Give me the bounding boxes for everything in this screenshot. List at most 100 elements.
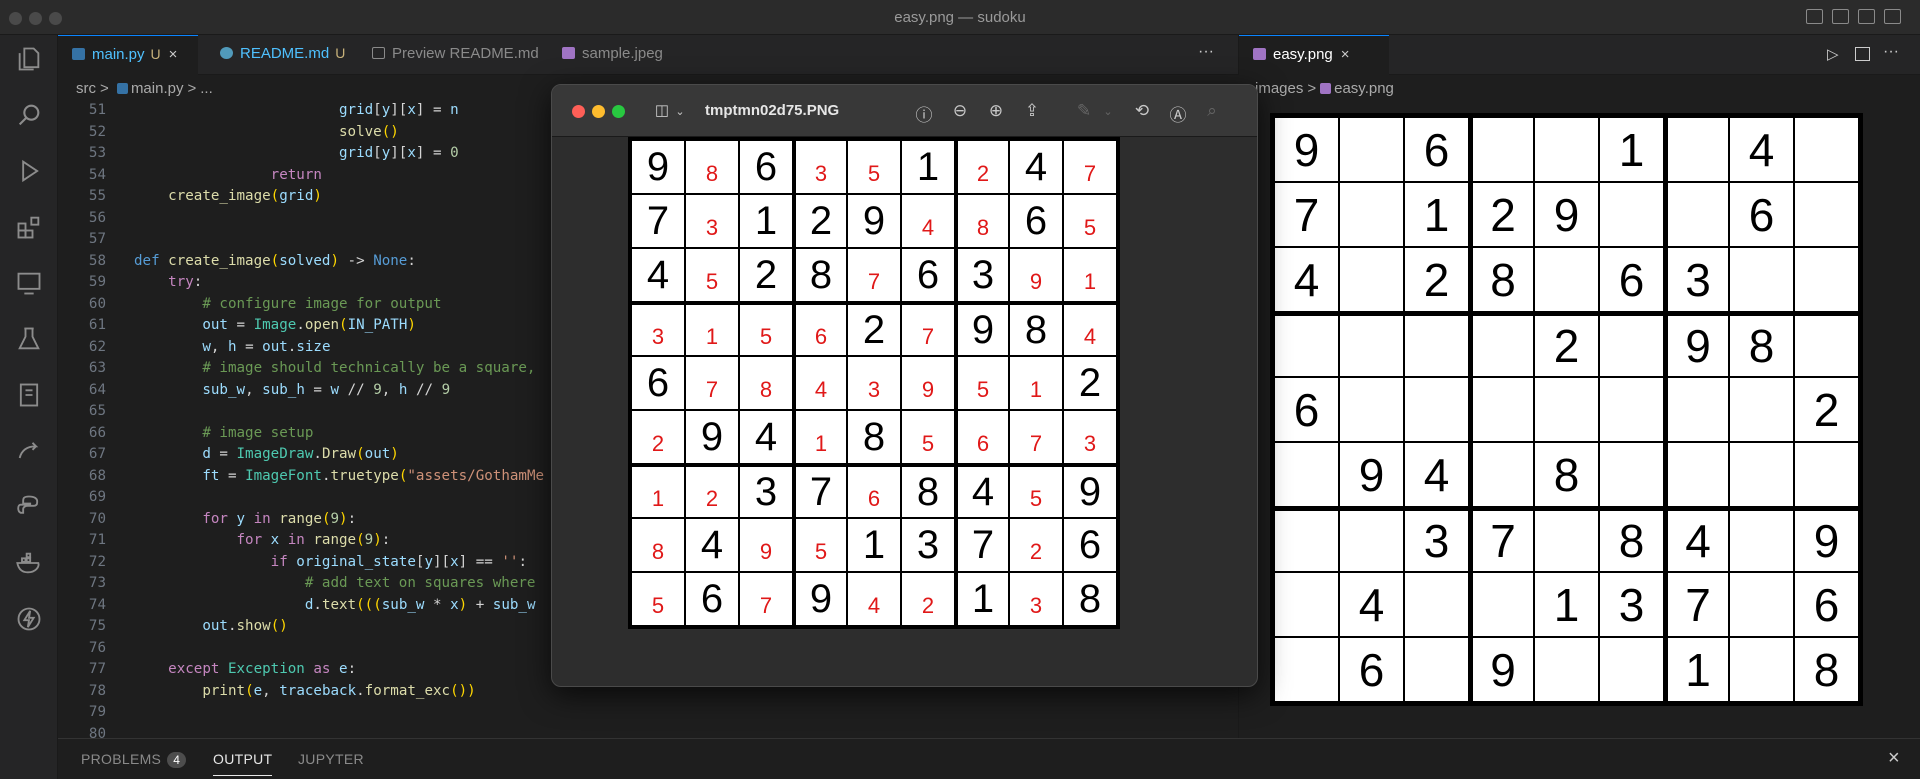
untracked-badge: U (335, 45, 346, 61)
code-line[interactable]: 56 (58, 208, 134, 230)
code-token: in (245, 510, 280, 527)
zoom-window-button[interactable] (612, 105, 625, 118)
close-window-button[interactable] (572, 105, 585, 118)
python-icon[interactable] (14, 493, 44, 523)
toggle-sidebar-icon[interactable] (1806, 9, 1823, 24)
breadcrumb-file[interactable]: easy.png (1334, 80, 1394, 97)
code-line[interactable]: 59 try: (58, 272, 202, 294)
markup-icon[interactable]: ✎ (1074, 101, 1094, 121)
breadcrumb-src[interactable]: src (76, 80, 96, 97)
code-line[interactable]: 51 grid[y][x] = n (58, 100, 459, 122)
zoom-in-icon[interactable]: ⊕ (986, 101, 1006, 121)
code-token: text (321, 596, 357, 613)
code-line[interactable]: 66 # image setup (58, 423, 313, 445)
close-tab-icon[interactable]: × (169, 46, 178, 63)
code-line[interactable]: 67 d = ImageDraw.Draw(out) (58, 444, 399, 466)
code-token: solved (279, 252, 331, 269)
docker-icon[interactable] (14, 549, 44, 579)
search-icon[interactable] (14, 101, 44, 131)
notebook-icon[interactable] (14, 381, 44, 411)
code-line[interactable]: 63 # image should technically be a squar… (58, 358, 536, 380)
sudoku-cell: 9 (796, 573, 846, 625)
run-debug-icon[interactable] (14, 157, 44, 187)
tab-output[interactable]: OUTPUT (213, 751, 273, 776)
tab-main-py[interactable]: main.py U × (58, 35, 198, 75)
code-line[interactable]: 62 w, h = out.size (58, 337, 331, 359)
window-title: easy.png — sudoku (894, 9, 1026, 26)
tab-readme[interactable]: README.md U (206, 35, 346, 75)
code-line[interactable]: 74 d.text(((sub_w * x) + sub_w (58, 595, 536, 617)
code-line[interactable]: 53 grid[y][x] = 0 (58, 143, 459, 165)
code-line[interactable]: 75 out.show() (58, 616, 288, 638)
tab-label: Preview README.md (392, 45, 539, 62)
chevron-down-icon[interactable]: ⌄ (1098, 105, 1118, 118)
code-line[interactable]: 70 for y in range(9): (58, 509, 356, 531)
code-token: y (236, 510, 246, 527)
code-line[interactable]: 64 sub_w, sub_h = w // 9, h // 9 (58, 380, 450, 402)
search-icon[interactable]: ⌕ (1202, 101, 1222, 121)
sudoku-cell: 6 (1795, 573, 1858, 636)
code-line[interactable]: 57 (58, 229, 134, 251)
tab-preview-readme[interactable]: Preview README.md (358, 35, 543, 75)
code-line[interactable]: 55 create_image(grid) (58, 186, 322, 208)
code-line[interactable]: 78 print(e, traceback.format_exc()) (58, 681, 476, 703)
live-share-icon[interactable] (14, 437, 44, 467)
sidebar-toggle-icon[interactable]: ◫ (652, 101, 672, 119)
code-line[interactable]: 71 for x in range(9): (58, 530, 390, 552)
code-line[interactable]: 61 out = Image.open(IN_PATH) (58, 315, 416, 337)
image-file-icon (1320, 83, 1332, 94)
annotate-icon[interactable]: Ⓐ (1168, 101, 1188, 126)
customize-layout-icon[interactable] (1884, 9, 1901, 24)
chevron-down-icon[interactable]: ⌄ (670, 105, 690, 118)
code-line[interactable]: 52 solve() (58, 122, 399, 144)
code-line[interactable]: 73 # add text on squares where (58, 573, 536, 595)
toggle-panel-icon[interactable] (1832, 9, 1849, 24)
tab-jupyter[interactable]: JUPYTER (298, 751, 364, 767)
code-line[interactable]: 65 (58, 401, 134, 423)
sudoku-cell (1600, 316, 1663, 376)
thunder-client-icon[interactable] (14, 605, 44, 635)
info-icon[interactable]: ⓘ (914, 101, 934, 126)
tab-easy-png[interactable]: easy.png × (1239, 35, 1389, 75)
code-line[interactable]: 77 except Exception as e: (58, 659, 356, 681)
more-actions-icon[interactable]: ··· (1198, 43, 1214, 61)
minimize-window-button[interactable] (592, 105, 605, 118)
share-icon[interactable]: ⇪ (1022, 101, 1042, 121)
code-line[interactable]: 60 # configure image for output (58, 294, 442, 316)
testing-icon[interactable] (14, 325, 44, 355)
run-icon[interactable]: ▷ (1827, 45, 1839, 63)
line-number: 59 (88, 274, 106, 290)
sudoku-cell: 3 (1600, 573, 1663, 636)
tab-problems[interactable]: PROBLEMS 4 (81, 751, 187, 768)
sudoku-cell: 7 (1473, 511, 1533, 571)
rotate-icon[interactable]: ⟲ (1132, 101, 1152, 121)
sudoku-cell: 8 (1600, 511, 1663, 571)
code-token: // (339, 381, 374, 398)
code-line[interactable]: 69 (58, 487, 134, 509)
remote-explorer-icon[interactable] (14, 269, 44, 299)
explorer-icon[interactable] (14, 45, 44, 75)
code-line[interactable]: 76 (58, 638, 134, 660)
more-actions-icon[interactable]: ··· (1883, 43, 1899, 61)
code-line[interactable]: 54 return (58, 165, 322, 187)
code-token: + (467, 596, 493, 613)
code-line[interactable]: 79 (58, 702, 134, 724)
sudoku-cell: 3 (1405, 511, 1468, 571)
toggle-secondary-sidebar-icon[interactable] (1858, 9, 1875, 24)
close-tab-icon[interactable]: × (1341, 46, 1350, 63)
code-line[interactable]: 58 def create_image(solved) -> None: (58, 251, 416, 273)
breadcrumb-file[interactable]: main.py (131, 80, 184, 97)
breadcrumb-images[interactable]: images (1255, 80, 1303, 97)
close-panel-icon[interactable]: × (1888, 747, 1900, 770)
breadcrumb-symbol[interactable]: ... (200, 80, 213, 97)
split-editor-icon[interactable] (1855, 47, 1870, 61)
extensions-icon[interactable] (14, 213, 44, 243)
code-token: x (450, 553, 459, 570)
code-token: traceback (279, 682, 357, 699)
code-line[interactable]: 68 ft = ImageFont.truetype("assets/Gotha… (58, 466, 544, 488)
sudoku-cell: 8 (796, 249, 846, 301)
tab-sample-jpeg[interactable]: sample.jpeg (548, 35, 693, 75)
zoom-out-icon[interactable]: ⊖ (950, 101, 970, 121)
code-line[interactable]: 72 if original_state[y][x] == '': (58, 552, 527, 574)
sudoku-cell: 6 (1730, 183, 1793, 246)
